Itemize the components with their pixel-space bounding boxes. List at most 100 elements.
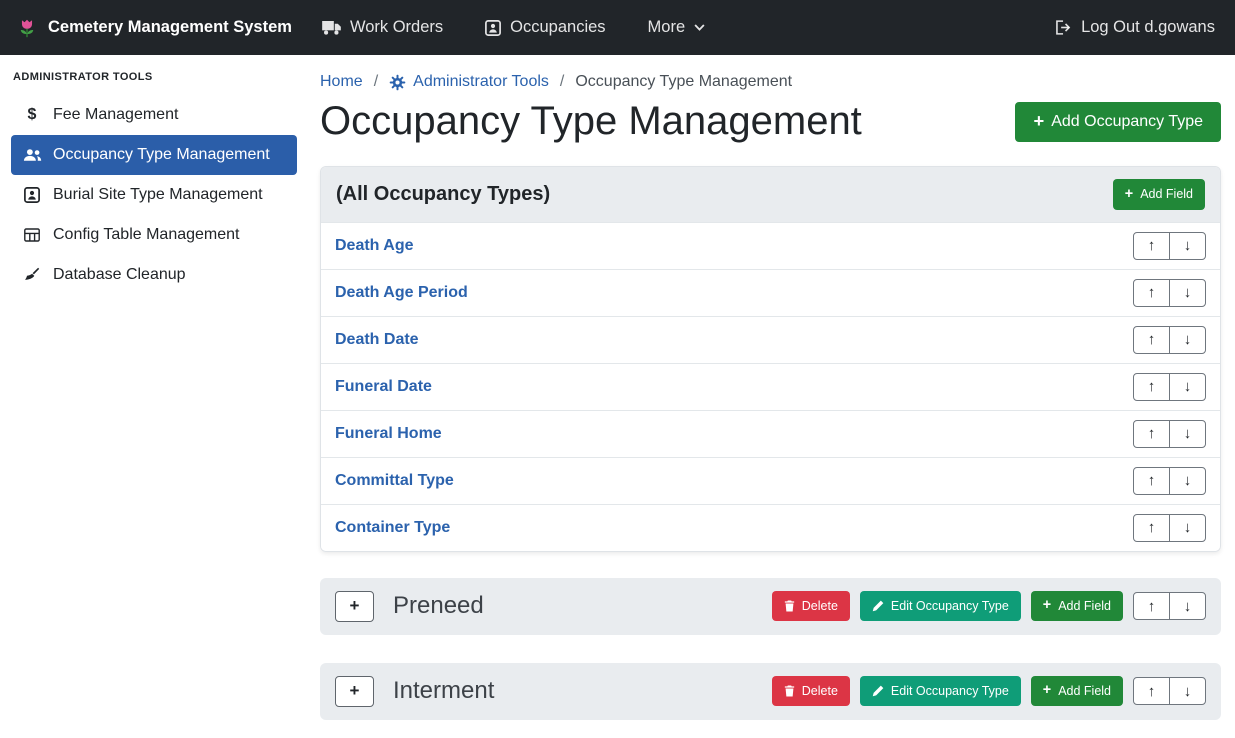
title-row: Occupancy Type Management + Add Occupanc…: [320, 99, 1221, 144]
occupancy-type-name: Preneed: [393, 592, 484, 620]
sidebar-item-occupancy-type-management[interactable]: Occupancy Type Management: [11, 135, 297, 175]
field-link[interactable]: Death Date: [335, 331, 419, 349]
sidebar-heading: ADMINISTRATOR TOOLS: [11, 69, 297, 95]
move-down-button[interactable]: ↓: [1169, 514, 1206, 542]
breadcrumb-admin-label: Administrator Tools: [413, 73, 549, 91]
trash-icon: [784, 600, 795, 612]
arrow-down-icon: ↓: [1184, 331, 1192, 348]
truck-icon: [322, 21, 341, 35]
flower-logo-icon: [16, 17, 38, 39]
field-link[interactable]: Funeral Date: [335, 378, 432, 396]
pencil-icon: [872, 685, 884, 697]
arrow-down-icon: ↓: [1184, 472, 1192, 489]
field-link[interactable]: Funeral Home: [335, 425, 442, 443]
add-occupancy-type-label: Add Occupancy Type: [1051, 114, 1203, 130]
reorder-button-group: ↑ ↓: [1133, 467, 1206, 495]
delete-label: Delete: [802, 600, 838, 613]
arrow-up-icon: ↑: [1148, 284, 1156, 301]
edit-occupancy-type-button[interactable]: Edit Occupancy Type: [860, 676, 1021, 707]
occupancy-type-section-interment: + Interment Delete: [320, 663, 1221, 720]
sidebar-item-fee-management[interactable]: $ Fee Management: [11, 95, 297, 135]
burial-site-icon: [22, 187, 42, 203]
add-field-button[interactable]: + Add Field: [1031, 676, 1123, 707]
main-content: Home / Administrator Tools: [308, 55, 1235, 738]
delete-button[interactable]: Delete: [772, 591, 850, 622]
move-up-button[interactable]: ↑: [1133, 420, 1170, 448]
move-down-button[interactable]: ↓: [1169, 592, 1206, 620]
reorder-button-group: ↑ ↓: [1133, 677, 1206, 705]
delete-button[interactable]: Delete: [772, 676, 850, 707]
arrow-up-icon: ↑: [1148, 378, 1156, 395]
field-link[interactable]: Container Type: [335, 519, 450, 537]
plus-icon: +: [350, 681, 360, 701]
move-down-button[interactable]: ↓: [1169, 279, 1206, 307]
plus-icon: +: [1043, 600, 1051, 612]
arrow-up-icon: ↑: [1148, 331, 1156, 348]
move-down-button[interactable]: ↓: [1169, 232, 1206, 260]
reorder-button-group: ↑ ↓: [1133, 592, 1206, 620]
broom-icon: [22, 267, 42, 283]
nav-occupancies[interactable]: Occupancies: [485, 18, 605, 37]
edit-label: Edit Occupancy Type: [891, 685, 1009, 698]
arrow-down-icon: ↓: [1184, 284, 1192, 301]
add-field-label: Add Field: [1140, 188, 1193, 201]
field-row: Death Age ↑ ↓: [321, 222, 1220, 269]
field-row: Death Date ↑ ↓: [321, 316, 1220, 363]
move-up-button[interactable]: ↑: [1133, 677, 1170, 705]
sidebar-item-burial-site-type-management[interactable]: Burial Site Type Management: [11, 175, 297, 215]
top-navbar: Cemetery Management System Work Orders: [0, 0, 1235, 55]
edit-occupancy-type-button[interactable]: Edit Occupancy Type: [860, 591, 1021, 622]
add-field-button[interactable]: + Add Field: [1113, 179, 1205, 210]
sidebar-item-config-table-management[interactable]: Config Table Management: [11, 215, 297, 255]
field-row: Committal Type ↑ ↓: [321, 457, 1220, 504]
add-occupancy-type-button[interactable]: + Add Occupancy Type: [1015, 102, 1221, 142]
field-link[interactable]: Death Age Period: [335, 284, 468, 302]
arrow-down-icon: ↓: [1184, 683, 1192, 700]
sidebar-item-label: Database Cleanup: [53, 266, 186, 284]
delete-label: Delete: [802, 685, 838, 698]
dollar-icon: $: [22, 106, 42, 124]
move-up-button[interactable]: ↑: [1133, 232, 1170, 260]
move-down-button[interactable]: ↓: [1169, 677, 1206, 705]
occupancy-type-section-preneed: + Preneed Delete: [320, 578, 1221, 635]
move-up-button[interactable]: ↑: [1133, 467, 1170, 495]
breadcrumb-separator: /: [560, 73, 564, 91]
move-down-button[interactable]: ↓: [1169, 467, 1206, 495]
breadcrumb-administrator-tools[interactable]: Administrator Tools: [389, 73, 549, 91]
breadcrumb-home[interactable]: Home: [320, 73, 363, 91]
arrow-down-icon: ↓: [1184, 378, 1192, 395]
field-link[interactable]: Death Age: [335, 237, 414, 255]
reorder-button-group: ↑ ↓: [1133, 514, 1206, 542]
brand-title: Cemetery Management System: [48, 18, 292, 37]
table-icon: [22, 227, 42, 243]
sidebar: ADMINISTRATOR TOOLS $ Fee Management Occ…: [0, 55, 308, 738]
card-title: (All Occupancy Types): [336, 183, 550, 206]
plus-icon: +: [350, 596, 360, 616]
move-down-button[interactable]: ↓: [1169, 326, 1206, 354]
nav-work-orders[interactable]: Work Orders: [322, 18, 443, 37]
expand-button[interactable]: +: [335, 676, 374, 707]
arrow-up-icon: ↑: [1148, 425, 1156, 442]
move-up-button[interactable]: ↑: [1133, 326, 1170, 354]
field-link[interactable]: Committal Type: [335, 472, 454, 490]
field-row: Funeral Date ↑ ↓: [321, 363, 1220, 410]
move-down-button[interactable]: ↓: [1169, 420, 1206, 448]
add-field-label: Add Field: [1058, 685, 1111, 698]
arrow-up-icon: ↑: [1148, 683, 1156, 700]
add-field-button[interactable]: + Add Field: [1031, 591, 1123, 622]
breadcrumb-current: Occupancy Type Management: [575, 73, 792, 91]
trash-icon: [784, 685, 795, 697]
reorder-button-group: ↑ ↓: [1133, 232, 1206, 260]
logout-link[interactable]: Log Out d.gowans: [1055, 18, 1215, 37]
move-up-button[interactable]: ↑: [1133, 279, 1170, 307]
nav-more[interactable]: More: [648, 18, 706, 37]
reorder-button-group: ↑ ↓: [1133, 420, 1206, 448]
move-up-button[interactable]: ↑: [1133, 514, 1170, 542]
expand-button[interactable]: +: [335, 591, 374, 622]
breadcrumb: Home / Administrator Tools: [320, 73, 1221, 91]
sidebar-item-database-cleanup[interactable]: Database Cleanup: [11, 255, 297, 295]
move-down-button[interactable]: ↓: [1169, 373, 1206, 401]
move-up-button[interactable]: ↑: [1133, 592, 1170, 620]
move-up-button[interactable]: ↑: [1133, 373, 1170, 401]
sidebar-item-label: Burial Site Type Management: [53, 186, 263, 204]
